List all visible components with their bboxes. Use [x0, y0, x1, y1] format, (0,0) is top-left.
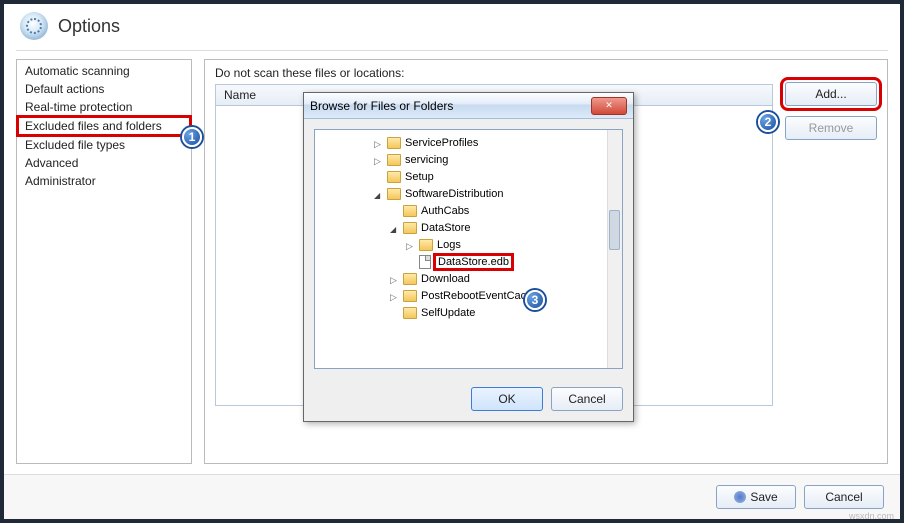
remove-button[interactable]: Remove — [785, 116, 877, 140]
tree-item-datastore[interactable]: DataStore — [315, 219, 622, 236]
footer: Save Cancel — [4, 474, 900, 519]
section-label: Do not scan these files or locations: — [215, 66, 877, 80]
expander-icon[interactable] — [374, 189, 384, 199]
folder-icon — [403, 205, 417, 217]
ok-button[interactable]: OK — [471, 387, 543, 411]
expander-icon[interactable] — [390, 223, 400, 233]
callout-3: 3 — [525, 290, 545, 310]
tree-label: DataStore.edb — [433, 253, 514, 271]
tree-label: DataStore — [421, 222, 471, 234]
expander-icon[interactable] — [390, 291, 400, 301]
tree-label: Download — [421, 273, 470, 285]
folder-icon — [387, 137, 401, 149]
tree-item-setup[interactable]: Setup — [315, 168, 622, 185]
expander-icon[interactable] — [374, 155, 384, 165]
tree-label: ServiceProfiles — [405, 137, 478, 149]
dialog-cancel-button[interactable]: Cancel — [551, 387, 623, 411]
page-title: Options — [58, 16, 120, 37]
sidebar-item-default-actions[interactable]: Default actions — [17, 80, 191, 98]
sidebar: Automatic scanningDefault actionsReal-ti… — [16, 59, 192, 464]
tree-item-serviceprofiles[interactable]: ServiceProfiles — [315, 134, 622, 151]
gear-icon — [20, 12, 48, 40]
tree-item-authcabs[interactable]: AuthCabs — [315, 202, 622, 219]
scrollbar[interactable] — [607, 130, 622, 368]
tree-label: AuthCabs — [421, 205, 469, 217]
sidebar-item-administrator[interactable]: Administrator — [17, 172, 191, 190]
tree-item-postrebooteventcache[interactable]: PostRebootEventCache — [315, 287, 622, 304]
callout-1: 1 — [182, 127, 202, 147]
add-button[interactable]: Add... — [785, 82, 877, 106]
folder-icon — [403, 222, 417, 234]
side-buttons: Add... Remove — [785, 82, 877, 140]
tree-label: SelfUpdate — [421, 307, 475, 319]
browse-dialog: Browse for Files or Folders ✕ ServicePro… — [303, 92, 634, 422]
save-icon — [734, 491, 746, 503]
tree-item-servicing[interactable]: servicing — [315, 151, 622, 168]
folder-icon — [419, 239, 433, 251]
dialog-buttons: OK Cancel — [304, 379, 633, 421]
tree-label: servicing — [405, 154, 448, 166]
dialog-titlebar[interactable]: Browse for Files or Folders ✕ — [304, 93, 633, 119]
tree-item-download[interactable]: Download — [315, 270, 622, 287]
divider — [16, 50, 888, 51]
folder-icon — [403, 273, 417, 285]
file-icon — [419, 255, 431, 269]
tree-item-softwaredistribution[interactable]: SoftwareDistribution — [315, 185, 622, 202]
folder-icon — [387, 154, 401, 166]
tree-label: Setup — [405, 171, 434, 183]
tree-label: PostRebootEventCache — [421, 290, 538, 302]
sidebar-item-automatic-scanning[interactable]: Automatic scanning — [17, 62, 191, 80]
list-header-name: Name — [224, 88, 256, 102]
sidebar-item-excluded-files-and-folders[interactable]: Excluded files and folders — [16, 115, 192, 137]
sidebar-item-excluded-file-types[interactable]: Excluded file types — [17, 136, 191, 154]
close-button[interactable]: ✕ — [591, 97, 627, 115]
tree-label: SoftwareDistribution — [405, 188, 503, 200]
tree-label: Logs — [437, 239, 461, 251]
folder-tree[interactable]: ServiceProfiles servicing Setup SoftwareDis… — [314, 129, 623, 369]
expander-icon[interactable] — [374, 138, 384, 148]
expander-icon[interactable] — [390, 274, 400, 284]
header: Options — [4, 4, 900, 48]
cancel-button[interactable]: Cancel — [804, 485, 884, 509]
tree-item-logs[interactable]: Logs — [315, 236, 622, 253]
folder-icon — [403, 290, 417, 302]
tree-item-datastore-edb[interactable]: DataStore.edb — [315, 253, 622, 270]
folder-icon — [403, 307, 417, 319]
save-button[interactable]: Save — [716, 485, 796, 509]
dialog-title-text: Browse for Files or Folders — [310, 99, 453, 113]
folder-icon — [387, 171, 401, 183]
callout-2: 2 — [758, 112, 778, 132]
tree-item-selfupdate[interactable]: SelfUpdate — [315, 304, 622, 321]
watermark: wsxdn.com — [849, 511, 894, 521]
sidebar-item-real-time-protection[interactable]: Real-time protection — [17, 98, 191, 116]
scroll-thumb[interactable] — [609, 210, 620, 250]
sidebar-item-advanced[interactable]: Advanced — [17, 154, 191, 172]
folder-icon — [387, 188, 401, 200]
expander-icon[interactable] — [406, 240, 416, 250]
